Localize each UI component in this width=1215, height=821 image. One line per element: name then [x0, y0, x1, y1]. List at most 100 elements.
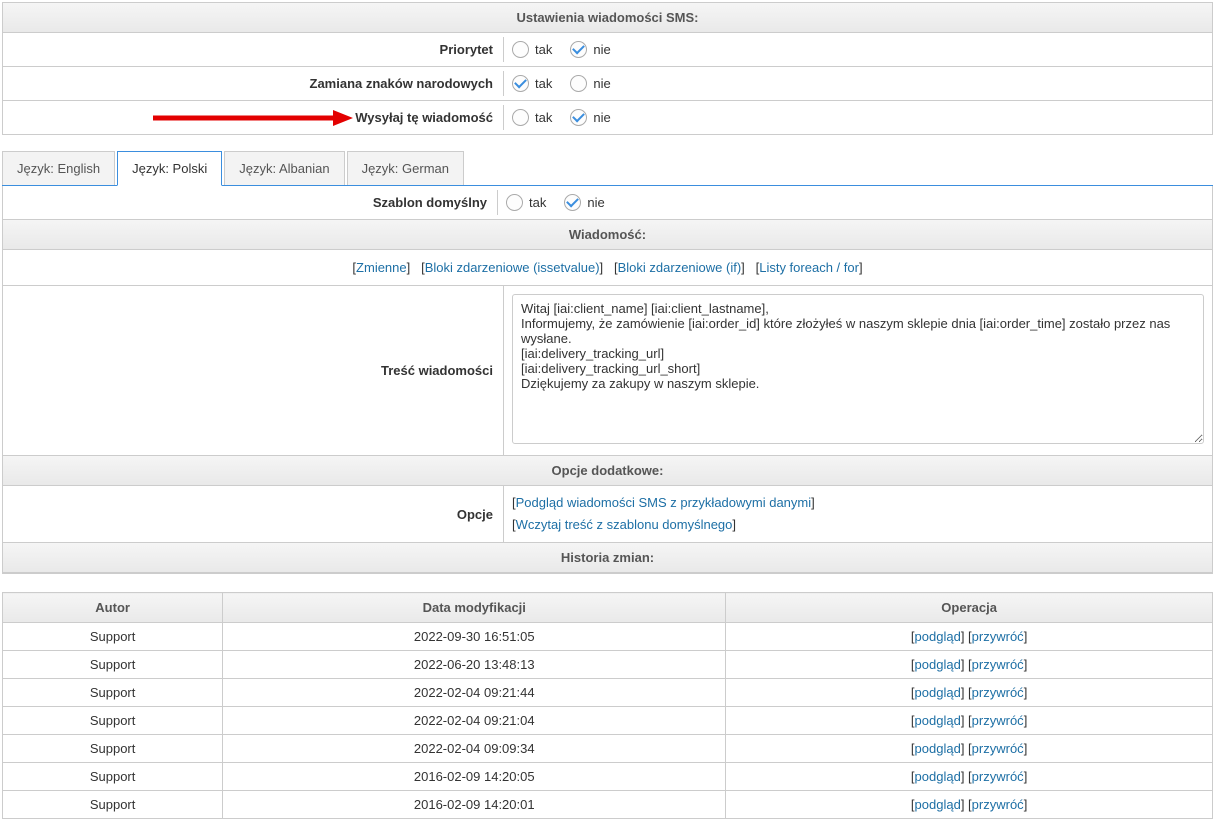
- message-body-label: Treść wiadomości: [3, 286, 503, 455]
- radio-checked-icon: [570, 109, 587, 126]
- table-row: Support2022-02-04 09:21:44[podgląd] [prz…: [3, 679, 1213, 707]
- table-row: Support2022-09-30 16:51:05[podgląd] [prz…: [3, 623, 1213, 651]
- row-priority: Priorytet tak nie: [2, 33, 1213, 67]
- send-yes-label: tak: [535, 110, 552, 125]
- link-preview[interactable]: podgląd: [915, 685, 961, 700]
- history-table: Autor Data modyfikacji Operacja Support2…: [2, 592, 1213, 819]
- col-date: Data modyfikacji: [223, 593, 726, 623]
- row-default-template: Szablon domyślny tak nie: [3, 186, 1212, 220]
- cell-author: Support: [3, 791, 223, 819]
- link-if[interactable]: Bloki zdarzeniowe (if): [618, 260, 742, 275]
- send-label: Wysyłaj tę wiadomość: [355, 110, 493, 125]
- row-send: Wysyłaj tę wiadomość tak nie: [2, 101, 1213, 135]
- table-row: Support2016-02-09 14:20:05[podgląd] [prz…: [3, 763, 1213, 791]
- message-header: Wiadomość:: [3, 220, 1212, 250]
- table-row: Support2022-02-04 09:09:34[podgląd] [prz…: [3, 735, 1213, 763]
- radio-unchecked-icon: [512, 109, 529, 126]
- default-template-label: Szablon domyślny: [3, 189, 497, 216]
- table-row: Support2016-02-09 14:20:01[podgląd] [prz…: [3, 791, 1213, 819]
- row-national: Zamiana znaków narodowych tak nie: [2, 67, 1213, 101]
- cell-author: Support: [3, 679, 223, 707]
- link-restore[interactable]: przywróć: [972, 797, 1024, 812]
- default-no-label: nie: [587, 195, 604, 210]
- cell-date: 2022-02-04 09:21:04: [223, 707, 726, 735]
- arrow-right-icon: [153, 109, 353, 127]
- send-no[interactable]: nie: [570, 109, 610, 126]
- message-hint-links: [Zmienne] [Bloki zdarzeniowe (issetvalue…: [3, 250, 1212, 286]
- cell-author: Support: [3, 763, 223, 791]
- link-preview[interactable]: podgląd: [915, 797, 961, 812]
- cell-author: Support: [3, 707, 223, 735]
- cell-ops: [podgląd] [przywróć]: [726, 707, 1213, 735]
- cell-ops: [podgląd] [przywróć]: [726, 763, 1213, 791]
- default-yes[interactable]: tak: [506, 194, 546, 211]
- table-row: Support2022-06-20 13:48:13[podgląd] [prz…: [3, 651, 1213, 679]
- cell-date: 2022-02-04 09:09:34: [223, 735, 726, 763]
- send-label-cell: Wysyłaj tę wiadomość: [3, 104, 503, 131]
- priority-no-label: nie: [593, 42, 610, 57]
- link-zmienne[interactable]: Zmienne: [356, 260, 407, 275]
- cell-date: 2016-02-09 14:20:05: [223, 763, 726, 791]
- cell-author: Support: [3, 623, 223, 651]
- tab-english[interactable]: Język: English: [2, 151, 115, 185]
- national-no-label: nie: [593, 76, 610, 91]
- national-label: Zamiana znaków narodowych: [3, 70, 503, 97]
- link-restore[interactable]: przywróć: [972, 685, 1024, 700]
- radio-checked-icon: [512, 75, 529, 92]
- priority-no[interactable]: nie: [570, 41, 610, 58]
- link-preview[interactable]: podgląd: [915, 657, 961, 672]
- col-author: Autor: [3, 593, 223, 623]
- cell-author: Support: [3, 651, 223, 679]
- cell-author: Support: [3, 735, 223, 763]
- link-preview-sms[interactable]: Podgląd wiadomości SMS z przykładowymi d…: [516, 495, 812, 510]
- national-no[interactable]: nie: [570, 75, 610, 92]
- radio-unchecked-icon: [506, 194, 523, 211]
- priority-yes[interactable]: tak: [512, 41, 552, 58]
- link-preview[interactable]: podgląd: [915, 629, 961, 644]
- cell-date: 2022-06-20 13:48:13: [223, 651, 726, 679]
- link-load-default[interactable]: Wczytaj treść z szablonu domyślnego: [516, 517, 733, 532]
- table-row: Support2022-02-04 09:21:04[podgląd] [prz…: [3, 707, 1213, 735]
- link-preview[interactable]: podgląd: [915, 769, 961, 784]
- link-restore[interactable]: przywróć: [972, 629, 1024, 644]
- tab-german[interactable]: Język: German: [347, 151, 464, 185]
- link-issetvalue[interactable]: Bloki zdarzeniowe (issetvalue): [425, 260, 600, 275]
- national-yes-label: tak: [535, 76, 552, 91]
- link-foreach[interactable]: Listy foreach / for: [759, 260, 859, 275]
- radio-unchecked-icon: [570, 75, 587, 92]
- tab-albanian[interactable]: Język: Albanian: [224, 151, 344, 185]
- send-yes[interactable]: tak: [512, 109, 552, 126]
- cell-ops: [podgląd] [przywróć]: [726, 791, 1213, 819]
- cell-date: 2022-09-30 16:51:05: [223, 623, 726, 651]
- link-restore[interactable]: przywróć: [972, 741, 1024, 756]
- col-op: Operacja: [726, 593, 1213, 623]
- history-header: Historia zmian:: [3, 543, 1212, 573]
- row-message-body: Treść wiadomości: [3, 286, 1212, 456]
- cell-ops: [podgląd] [przywróć]: [726, 735, 1213, 763]
- radio-checked-icon: [570, 41, 587, 58]
- national-yes[interactable]: tak: [512, 75, 552, 92]
- cell-ops: [podgląd] [przywróć]: [726, 623, 1213, 651]
- radio-checked-icon: [564, 194, 581, 211]
- default-yes-label: tak: [529, 195, 546, 210]
- language-tabs: Język: English Język: Polski Język: Alba…: [2, 151, 1213, 186]
- options-label: Opcje: [3, 486, 503, 542]
- default-no[interactable]: nie: [564, 194, 604, 211]
- message-body-textarea[interactable]: [512, 294, 1204, 444]
- template-box: Szablon domyślny tak nie Wiadomość: [Zmi…: [2, 186, 1213, 574]
- sms-settings-header: Ustawienia wiadomości SMS:: [2, 2, 1213, 33]
- link-restore[interactable]: przywróć: [972, 769, 1024, 784]
- extra-header: Opcje dodatkowe:: [3, 456, 1212, 486]
- link-preview[interactable]: podgląd: [915, 713, 961, 728]
- cell-date: 2022-02-04 09:21:44: [223, 679, 726, 707]
- radio-unchecked-icon: [512, 41, 529, 58]
- link-preview[interactable]: podgląd: [915, 741, 961, 756]
- cell-date: 2016-02-09 14:20:01: [223, 791, 726, 819]
- tab-polski[interactable]: Język: Polski: [117, 151, 222, 186]
- link-restore[interactable]: przywróć: [972, 657, 1024, 672]
- row-options: Opcje [Podgląd wiadomości SMS z przykład…: [3, 486, 1212, 543]
- cell-ops: [podgląd] [przywróć]: [726, 651, 1213, 679]
- send-no-label: nie: [593, 110, 610, 125]
- link-restore[interactable]: przywróć: [972, 713, 1024, 728]
- priority-label: Priorytet: [3, 36, 503, 63]
